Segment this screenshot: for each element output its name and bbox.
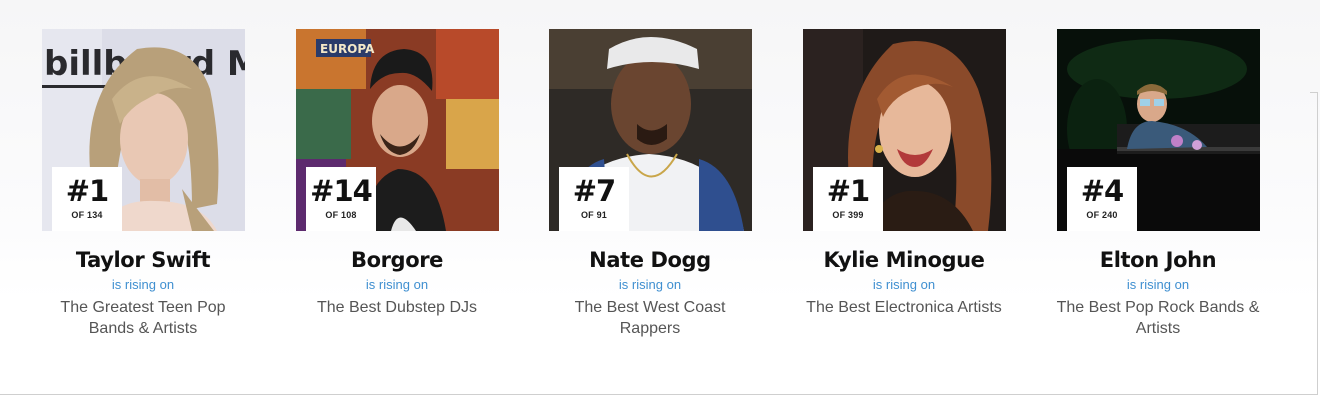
rank-number: #7 [572,174,616,208]
artist-photo-taylor-swift[interactable]: billboard MUSIC #1 OF 134 [42,29,245,231]
rising-label: is rising on [1126,277,1190,292]
rank-badge: #1 OF 134 [52,167,122,231]
artist-name[interactable]: Kylie Minogue [774,247,1034,273]
list-title-link[interactable]: The Best Pop Rock Bands & Artists [1051,297,1265,339]
artist-photo-kylie-minogue[interactable]: #1 OF 399 [803,29,1006,231]
rank-number: #4 [1080,174,1124,208]
rising-label: is rising on [618,277,682,292]
card-info: Taylor Swift is rising on The Greatest T… [13,247,273,339]
rank-badge: #1 OF 399 [813,167,883,231]
artist-name[interactable]: Elton John [1028,247,1288,273]
card-info: Elton John is rising on The Best Pop Roc… [1028,247,1288,339]
card-info: Kylie Minogue is rising on The Best Elec… [774,247,1034,318]
list-title-link[interactable]: The Best Dubstep DJs [290,297,504,318]
rank-of-total: OF 399 [832,210,864,220]
rising-label: is rising on [365,277,429,292]
card-info: Borgore is rising on The Best Dubstep DJ… [267,247,527,318]
list-title-link[interactable]: The Best Electronica Artists [797,297,1011,318]
rank-of-total: OF 134 [71,210,103,220]
rank-of-total: OF 108 [325,210,357,220]
card-info: Nate Dogg is rising on The Best West Coa… [520,247,780,339]
backdrop-poster-text: EUROPA [320,42,375,56]
rank-badge: #14 OF 108 [306,167,376,231]
rank-of-total: OF 91 [580,210,607,220]
artist-photo-elton-john[interactable]: #4 OF 240 [1057,29,1260,231]
rank-of-total: OF 240 [1086,210,1118,220]
list-title-link[interactable]: The Best West Coast Rappers [543,297,757,339]
rank-number: #1 [826,174,870,208]
rank-number: #1 [65,174,109,208]
rank-badge: #7 OF 91 [559,167,629,231]
artist-name[interactable]: Taylor Swift [13,247,273,273]
rising-rankings-row: billboard MUSIC #1 OF 134 Taylor Swift i… [0,0,1320,394]
artist-photo-nate-dogg[interactable]: #7 OF 91 [549,29,752,231]
artist-name[interactable]: Nate Dogg [520,247,780,273]
panel-border-bottom [0,394,1318,395]
list-title-link[interactable]: The Greatest Teen Pop Bands & Artists [36,297,250,339]
rank-number: #14 [310,174,373,208]
artist-photo-borgore[interactable]: EUROPA #14 OF 108 [296,29,499,231]
rank-badge: #4 OF 240 [1067,167,1137,231]
artist-name[interactable]: Borgore [267,247,527,273]
rising-label: is rising on [872,277,936,292]
rising-label: is rising on [111,277,175,292]
